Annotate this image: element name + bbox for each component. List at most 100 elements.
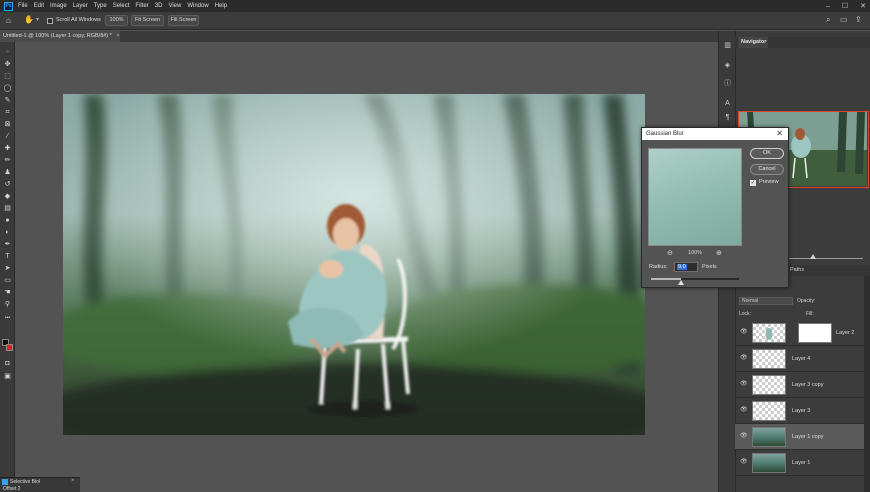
home-icon[interactable]: ⌂	[6, 16, 11, 25]
layer-thumbnail[interactable]	[752, 401, 786, 421]
close-icon[interactable]: ✕	[860, 2, 866, 10]
menu-type[interactable]: Type	[94, 3, 107, 9]
move-tool-icon[interactable]: ✥	[3, 60, 12, 69]
frame-tool-icon[interactable]: ⊠	[3, 120, 12, 129]
menu-view[interactable]: View	[168, 3, 181, 9]
paths-tab[interactable]: Paths	[790, 267, 804, 273]
blur-preview-area[interactable]	[648, 148, 742, 246]
menu-window[interactable]: Window	[187, 3, 208, 9]
paragraph-icon[interactable]: ¶	[723, 113, 732, 122]
menu-bar: Ps File Edit Image Layer Type Select Fil…	[0, 0, 870, 12]
zoom-out-icon[interactable]: ⊖	[667, 249, 673, 257]
visibility-eye-icon[interactable]: 👁	[740, 433, 748, 440]
menu-edit[interactable]: Edit	[34, 3, 44, 9]
screen-mode-icon[interactable]: ▣	[3, 372, 12, 381]
more-tools-icon[interactable]: •••	[3, 314, 12, 323]
layer-name: Layer 3	[792, 408, 811, 414]
quick-select-tool-icon[interactable]: ✎	[3, 96, 12, 105]
layer-thumbnail[interactable]	[752, 323, 786, 343]
menu-3d[interactable]: 3D	[155, 3, 163, 9]
type-tool-icon[interactable]: T	[3, 252, 12, 261]
menu-layer[interactable]: Layer	[73, 3, 88, 9]
layers-scrollbar[interactable]	[864, 276, 870, 492]
clone-stamp-tool-icon[interactable]: ♟	[3, 168, 12, 177]
layer-thumbnail[interactable]	[752, 349, 786, 369]
marquee-tool-icon[interactable]: ⬚	[3, 72, 12, 81]
document-tab-title: Untitled-1 @ 100% (Layer 1 copy, RGB/8#)…	[3, 33, 112, 39]
healing-brush-tool-icon[interactable]: ✚	[3, 144, 12, 153]
zoom-in-icon[interactable]: ⊕	[716, 249, 722, 257]
fit-screen-button[interactable]: Fit Screen	[131, 15, 164, 26]
layer-name: Layer 2	[836, 330, 855, 336]
menu-file[interactable]: File	[18, 3, 28, 9]
radius-input[interactable]: 9.0	[674, 262, 698, 272]
dodge-tool-icon[interactable]: ◐	[3, 228, 12, 237]
menu-select[interactable]: Select	[113, 3, 130, 9]
layer-row[interactable]: 👁 Layer 4	[735, 346, 866, 372]
blur-tool-icon[interactable]: ●	[3, 216, 12, 225]
visibility-eye-icon[interactable]: 👁	[740, 381, 748, 388]
layer-row[interactable]: 👁 Layer 3 copy	[735, 372, 866, 398]
rectangle-tool-icon[interactable]: ▭	[3, 276, 12, 285]
minimize-icon[interactable]: –	[826, 3, 830, 10]
ok-button[interactable]: OK	[750, 148, 784, 159]
navigator-zoom-knob[interactable]	[810, 254, 816, 259]
hand-tool-icon[interactable]: ☚	[3, 288, 12, 297]
history-brush-tool-icon[interactable]: ↺	[3, 180, 12, 189]
visibility-eye-icon[interactable]: 👁	[740, 407, 748, 414]
menu-image[interactable]: Image	[50, 3, 67, 9]
background-color-swatch[interactable]	[6, 344, 13, 351]
preview-checkbox[interactable]: ✓	[750, 180, 756, 186]
eyedropper-tool-icon[interactable]: ⁄	[3, 132, 12, 141]
selective-color-icon	[2, 479, 8, 485]
navigator-tab[interactable]: Navigator	[738, 37, 768, 48]
history-icon[interactable]: ▥	[723, 41, 732, 50]
character-icon[interactable]: A	[723, 99, 732, 108]
radius-label: Radius:	[649, 264, 668, 270]
visibility-eye-icon[interactable]: 👁	[740, 355, 748, 362]
panel-subtitle: Offset 2	[3, 486, 21, 492]
layer-thumbnail[interactable]	[752, 453, 786, 473]
info-icon[interactable]: ⓘ	[723, 79, 732, 88]
layer-row[interactable]: 👁 Layer 1 copy	[735, 424, 866, 450]
path-select-tool-icon[interactable]: ➤	[3, 264, 12, 273]
menu-filter[interactable]: Filter	[135, 3, 148, 9]
collapse-icon[interactable]: »	[3, 48, 12, 57]
close-icon[interactable]: ✕	[776, 128, 783, 140]
options-bar: ⌂ ✋ ▾ Scroll All Windows 100% Fit Screen…	[0, 12, 870, 30]
fill-screen-button[interactable]: Fill Screen	[168, 15, 199, 26]
zoom-tool-icon[interactable]: ⚲	[3, 300, 12, 309]
scroll-all-checkbox[interactable]	[47, 18, 53, 24]
quick-mask-icon[interactable]: ◘	[3, 359, 12, 368]
workspace-icon[interactable]: ▭	[840, 15, 848, 24]
layer-row[interactable]: 👁 Layer 3	[735, 398, 866, 424]
document-canvas[interactable]	[63, 94, 645, 435]
layer-row[interactable]: 👁 Layer 1	[735, 450, 866, 476]
close-icon[interactable]: ×	[71, 478, 75, 484]
chevron-down-icon[interactable]: ▾	[36, 16, 39, 23]
layer-row[interactable]: 👁 Layer 2	[735, 320, 866, 346]
visibility-eye-icon[interactable]: 👁	[740, 329, 748, 336]
gradient-tool-icon[interactable]: ▤	[3, 204, 12, 213]
maximize-icon[interactable]: ☐	[842, 2, 848, 10]
search-icon[interactable]: ⌕	[826, 15, 830, 25]
crop-tool-icon[interactable]: ⌗	[3, 108, 12, 117]
radius-slider-thumb[interactable]	[677, 280, 684, 285]
document-tab[interactable]: Untitled-1 @ 100% (Layer 1 copy, RGB/8#)…	[0, 31, 120, 42]
layer-thumbnail[interactable]	[752, 375, 786, 395]
layer-mask-thumbnail[interactable]	[798, 323, 832, 343]
close-tab-icon[interactable]: ×	[116, 33, 119, 39]
visibility-eye-icon[interactable]: 👁	[740, 459, 748, 466]
eraser-tool-icon[interactable]: ◆	[3, 192, 12, 201]
menu-help[interactable]: Help	[215, 3, 227, 9]
hand-tool-icon[interactable]: ✋	[24, 15, 34, 24]
blend-mode-select[interactable]: Normal	[739, 297, 793, 305]
share-icon[interactable]: ⇪	[855, 15, 862, 24]
lasso-tool-icon[interactable]: ◯	[3, 84, 12, 93]
brush-tool-icon[interactable]: ✏	[3, 156, 12, 165]
zoom-100-button[interactable]: 100%	[105, 15, 128, 26]
cancel-button[interactable]: Cancel	[750, 164, 784, 175]
brush-panel-icon[interactable]: ◈	[723, 61, 732, 70]
layer-thumbnail[interactable]	[752, 427, 786, 447]
pen-tool-icon[interactable]: ✒	[3, 240, 12, 249]
